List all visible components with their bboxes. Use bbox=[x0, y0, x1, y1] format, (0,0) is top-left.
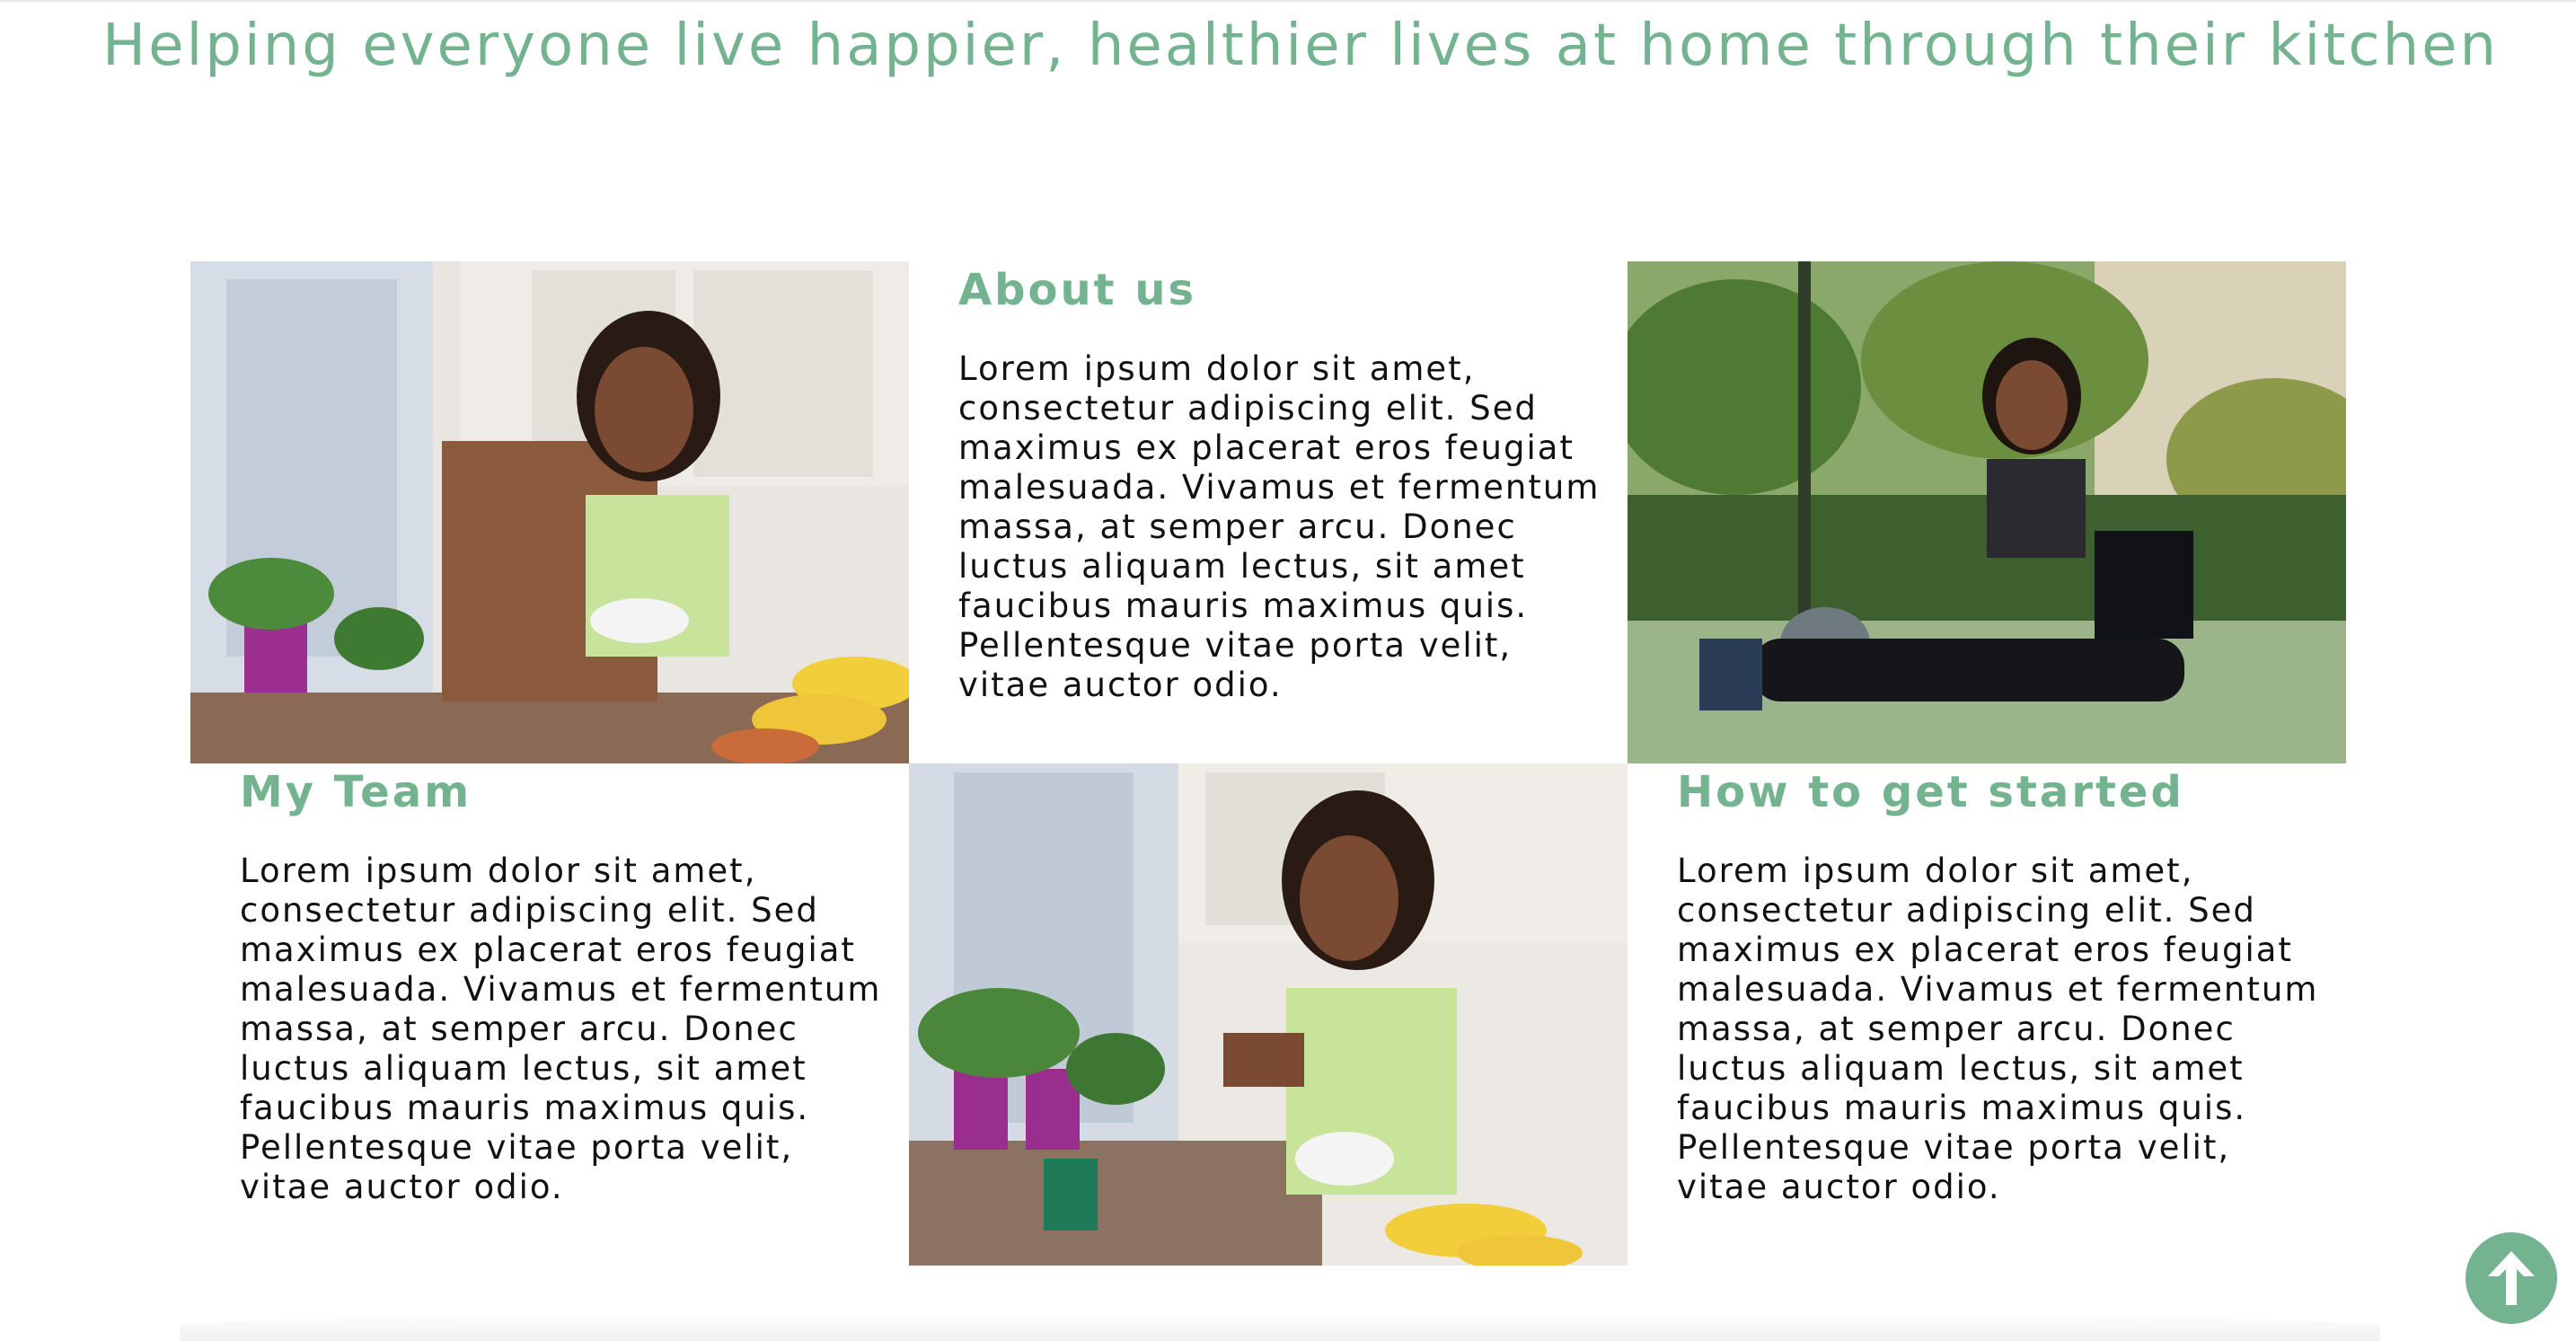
fitness-photo-image bbox=[1628, 261, 2346, 763]
get-started-body: Lorem ipsum dolor sit amet, consectetur … bbox=[1677, 851, 2319, 1206]
footer-shadow bbox=[180, 1311, 2380, 1341]
kitchen-photo-alt-image bbox=[909, 763, 1628, 1266]
kitchen-photo-image bbox=[190, 261, 909, 763]
top-border bbox=[0, 0, 2576, 2]
fitness-photo bbox=[1628, 261, 2346, 763]
page-tagline: Helping everyone live happier, healthier… bbox=[102, 13, 2500, 79]
team-section: My Team Lorem ipsum dolor sit amet, cons… bbox=[190, 763, 909, 1266]
arrow-up-icon bbox=[2488, 1251, 2535, 1305]
kitchen-photo-alt bbox=[909, 763, 1628, 1266]
get-started-section: How to get started Lorem ipsum dolor sit… bbox=[1628, 763, 2346, 1266]
kitchen-photo bbox=[190, 261, 909, 763]
feature-grid: About us Lorem ipsum dolor sit amet, con… bbox=[190, 261, 2346, 1266]
team-heading: My Team bbox=[240, 767, 472, 817]
about-section: About us Lorem ipsum dolor sit amet, con… bbox=[909, 261, 1628, 763]
team-body: Lorem ipsum dolor sit amet, consectetur … bbox=[240, 851, 882, 1206]
scroll-to-top-button[interactable] bbox=[2466, 1232, 2557, 1324]
about-body: Lorem ipsum dolor sit amet, consectetur … bbox=[958, 349, 1601, 704]
about-heading: About us bbox=[958, 265, 1197, 315]
get-started-heading: How to get started bbox=[1677, 767, 2184, 817]
